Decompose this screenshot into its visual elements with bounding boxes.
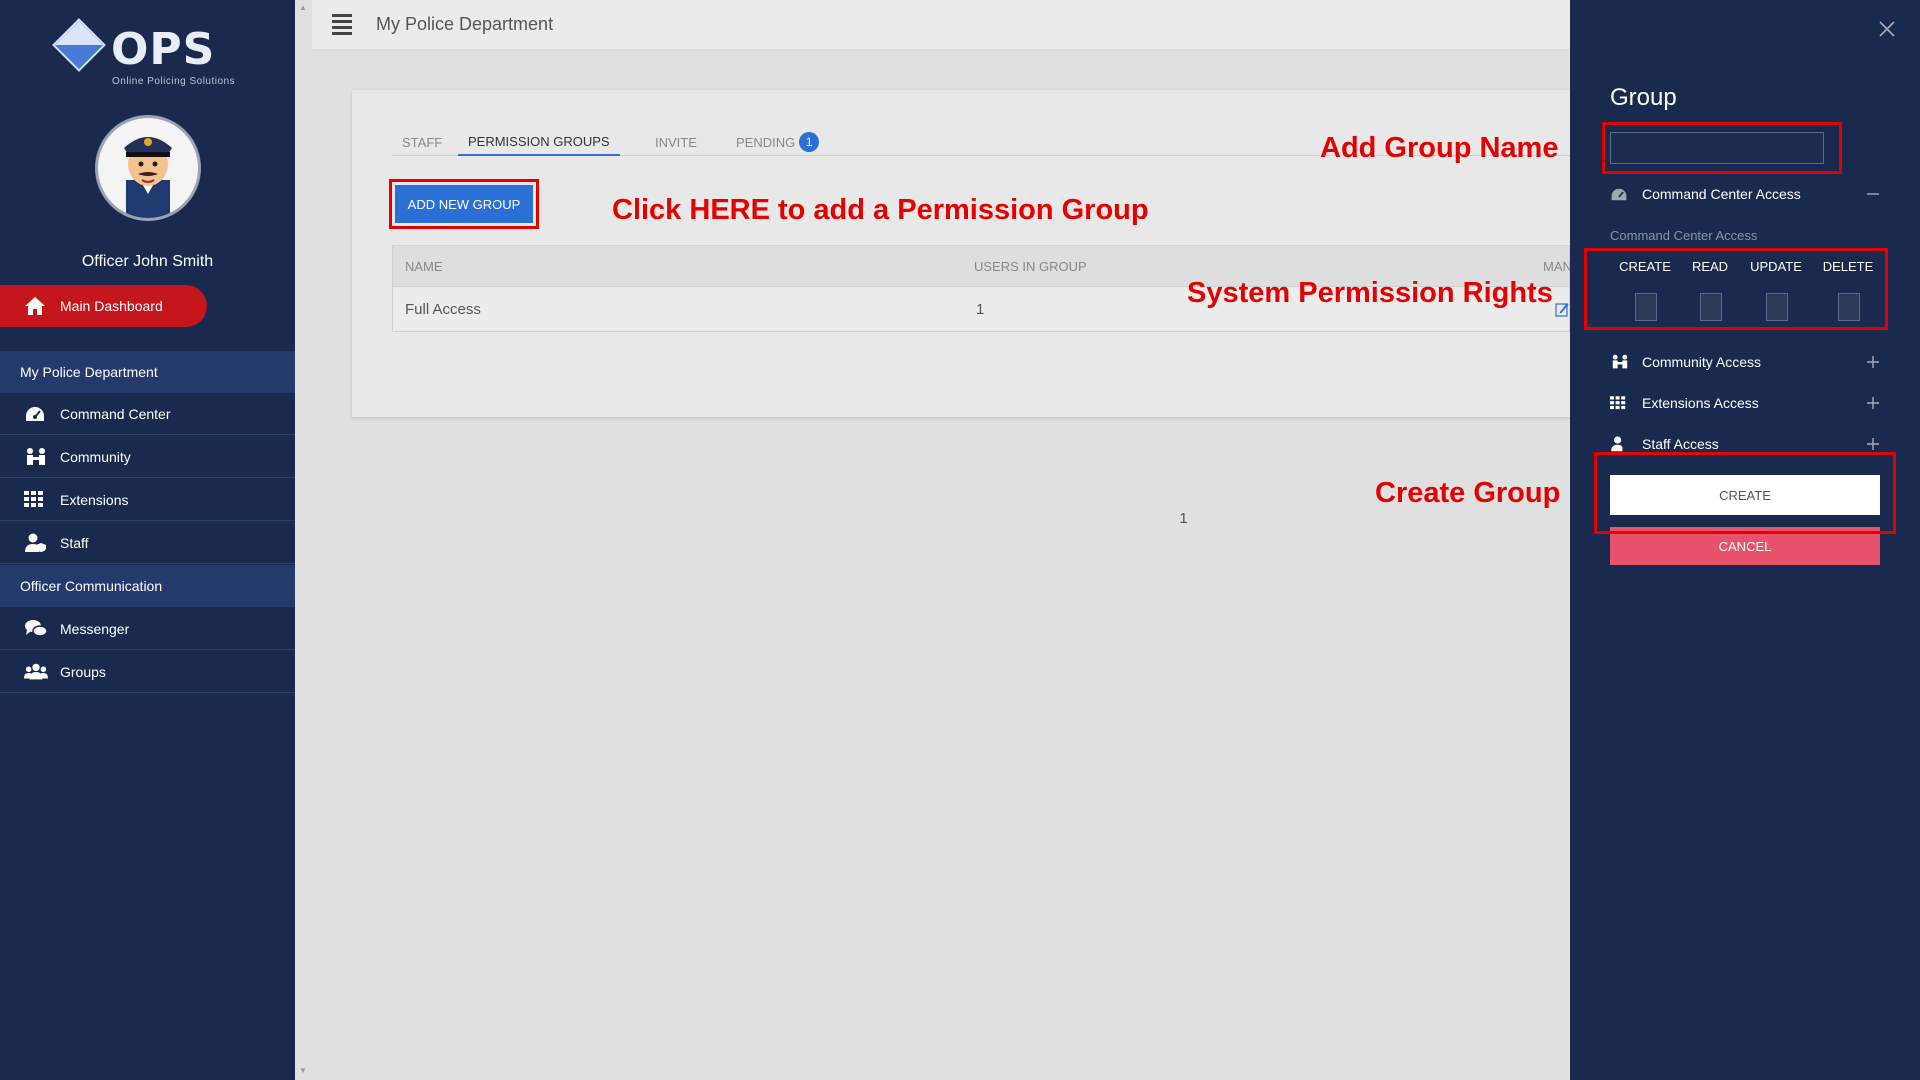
annotation-create-group: Create Group xyxy=(1375,477,1561,509)
sidebar-item-groups[interactable]: Groups xyxy=(0,651,295,693)
groups-icon xyxy=(24,662,48,682)
sidebar-item-label: Community xyxy=(60,448,131,465)
collapse-minus-icon[interactable] xyxy=(1866,182,1880,206)
sidebar-item-messenger[interactable]: Messenger xyxy=(0,608,295,650)
highlight-box-group-name xyxy=(1602,122,1842,174)
tab-permission-groups[interactable]: PERMISSION GROUPS xyxy=(458,128,620,156)
pending-count-badge: 1 xyxy=(799,132,820,152)
sidebar-item-staff[interactable]: Staff xyxy=(0,522,295,564)
column-header-users: USERS IN GROUP xyxy=(974,258,1087,274)
logo-tagline: Online Policing Solutions xyxy=(112,76,236,87)
hamburger-menu-icon[interactable] xyxy=(332,11,352,38)
community-icon xyxy=(24,447,48,467)
sidebar-item-label: Main Dashboard xyxy=(60,298,163,314)
permission-checkbox-read[interactable] xyxy=(1700,293,1722,321)
highlight-box-add-group xyxy=(389,179,539,229)
highlight-box-create xyxy=(1594,452,1896,534)
officer-name: Officer John Smith xyxy=(81,253,214,270)
grid-icon xyxy=(1610,395,1630,411)
dashboard-icon xyxy=(24,404,48,424)
sidebar-section-my-police-department: My Police Department xyxy=(0,351,295,393)
expand-plus-icon[interactable] xyxy=(1866,391,1880,415)
column-header-name: NAME xyxy=(405,258,443,274)
close-icon[interactable] xyxy=(1878,20,1896,38)
officer-avatar-icon xyxy=(124,137,172,218)
users-count-cell: 1 xyxy=(976,300,985,318)
group-name-cell: Full Access xyxy=(405,300,481,318)
permission-header-delete: DELETE xyxy=(1822,259,1874,274)
accordion-label: Staff Access xyxy=(1642,436,1719,452)
accordion-label: Command Center Access xyxy=(1642,186,1801,202)
permission-checkbox-create[interactable] xyxy=(1635,293,1657,321)
tab-staff[interactable]: STAFF xyxy=(402,128,442,156)
pagination: 1 xyxy=(392,510,1570,527)
community-icon xyxy=(1610,354,1630,370)
permission-checkbox-delete[interactable] xyxy=(1838,293,1860,321)
scroll-down-arrow-icon[interactable]: ▼ xyxy=(299,1066,307,1075)
app-logo[interactable]: OPS Online Policing Solutions xyxy=(52,18,245,88)
accordion-community[interactable]: Community Access xyxy=(1610,350,1880,374)
page-number[interactable]: 1 xyxy=(774,510,1187,527)
sidebar-item-label: Messenger xyxy=(60,620,130,637)
logo-diamond-icon xyxy=(52,18,106,72)
permission-header-create: CREATE xyxy=(1619,259,1671,274)
permission-header-update: UPDATE xyxy=(1750,259,1802,274)
tab-pending-label: PENDING xyxy=(736,134,796,150)
annotation-permission-rights: System Permission Rights xyxy=(1187,277,1553,309)
accordion-extensions[interactable]: Extensions Access xyxy=(1610,391,1880,415)
sidebar-item-main-dashboard[interactable]: Main Dashboard xyxy=(0,285,207,327)
chat-icon xyxy=(24,619,48,639)
staff-icon xyxy=(24,533,48,553)
sidebar-section-officer-communication: Officer Communication xyxy=(0,565,295,607)
sidebar-item-community[interactable]: Community xyxy=(0,436,295,478)
tab-pending[interactable]: PENDING 1 xyxy=(736,128,820,156)
permission-subsection-label: Command Center Access xyxy=(1610,228,1758,243)
dashboard-icon xyxy=(1610,186,1630,202)
accordion-command-center[interactable]: Command Center Access xyxy=(1610,182,1880,206)
group-drawer: Group Command Center Access Command Cent… xyxy=(1570,0,1920,1080)
drawer-title: Group xyxy=(1610,84,1677,111)
page-title: My Police Department xyxy=(376,14,554,34)
accordion-label: Extensions Access xyxy=(1642,395,1759,411)
permission-header-read: READ xyxy=(1691,259,1729,274)
annotation-add-group: Click HERE to add a Permission Group xyxy=(612,194,1149,226)
grid-icon xyxy=(24,490,48,510)
annotation-group-name: Add Group Name xyxy=(1320,132,1559,164)
staff-icon xyxy=(1610,436,1630,452)
top-bar: My Police Department xyxy=(312,0,1570,50)
sidebar-item-label: Staff xyxy=(60,534,89,551)
sidebar: OPS Online Policing Solutions Officer Jo… xyxy=(0,0,295,1080)
sidebar-item-extensions[interactable]: Extensions xyxy=(0,479,295,521)
expand-plus-icon[interactable] xyxy=(1866,350,1880,374)
sidebar-item-label: Extensions xyxy=(60,491,129,508)
home-icon xyxy=(25,297,45,315)
sidebar-item-label: Command Center xyxy=(60,405,171,422)
accordion-label: Community Access xyxy=(1642,354,1762,370)
sidebar-item-label: Groups xyxy=(60,663,106,680)
sidebar-item-command-center[interactable]: Command Center xyxy=(0,393,295,435)
edit-icon[interactable] xyxy=(1555,301,1569,317)
avatar xyxy=(95,115,201,221)
scroll-up-arrow-icon[interactable]: ▲ xyxy=(299,3,307,12)
logo-text: OPS xyxy=(111,24,216,75)
permission-checkbox-update[interactable] xyxy=(1766,293,1788,321)
tab-invite[interactable]: INVITE xyxy=(655,128,697,156)
